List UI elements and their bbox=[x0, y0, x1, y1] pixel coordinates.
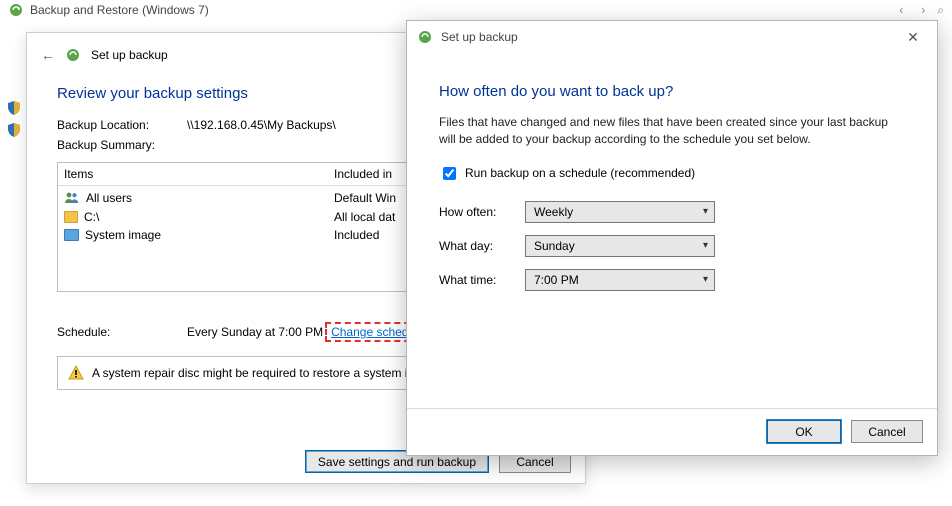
run-on-schedule-checkbox[interactable] bbox=[443, 167, 456, 180]
search-icon[interactable]: ⌕ bbox=[937, 3, 944, 18]
explorer-title: Backup and Restore (Windows 7) bbox=[30, 3, 209, 17]
schedule-value: Every Sunday at 7:00 PM bbox=[187, 325, 323, 339]
dialog-title: Set up backup bbox=[441, 30, 518, 44]
shield-icon bbox=[6, 122, 22, 138]
backup-orb-icon bbox=[65, 47, 81, 63]
ok-button[interactable]: OK bbox=[767, 420, 841, 443]
shield-icon bbox=[6, 100, 22, 116]
backup-summary-label: Backup Summary: bbox=[57, 138, 187, 152]
how-often-value: Weekly bbox=[534, 205, 573, 219]
monitor-icon bbox=[64, 229, 79, 241]
users-icon bbox=[64, 190, 80, 206]
back-arrow-icon[interactable]: ← bbox=[41, 47, 55, 63]
col-included: Included in bbox=[334, 167, 392, 181]
item-label: C:\ bbox=[84, 210, 99, 224]
close-icon: ✕ bbox=[907, 29, 919, 46]
backup-orb-icon bbox=[417, 29, 433, 45]
schedule-dialog: Set up backup ✕ How often do you want to… bbox=[406, 20, 938, 456]
backup-location-value: \\192.168.0.45\My Backups\ bbox=[187, 118, 336, 132]
chevron-down-icon: ▾ bbox=[703, 240, 708, 251]
backup-orb-icon bbox=[8, 2, 24, 18]
how-often-label: How often: bbox=[439, 205, 525, 219]
what-day-select[interactable]: Sunday ▾ bbox=[525, 235, 715, 257]
dialog-heading: How often do you want to back up? bbox=[439, 83, 905, 100]
chevron-down-icon: ▾ bbox=[703, 206, 708, 217]
col-items: Items bbox=[64, 167, 334, 181]
what-time-value: 7:00 PM bbox=[534, 273, 579, 287]
explorer-titlebar: Backup and Restore (Windows 7) ‹ › ⌕ bbox=[0, 0, 952, 20]
chevron-left-icon[interactable]: ‹ bbox=[893, 3, 909, 17]
schedule-label: Schedule: bbox=[57, 325, 187, 339]
what-day-value: Sunday bbox=[534, 239, 575, 253]
item-label: System image bbox=[85, 228, 161, 242]
how-often-select[interactable]: Weekly ▾ bbox=[525, 201, 715, 223]
security-shield-stack bbox=[6, 100, 22, 138]
warning-text: A system repair disc might be required t… bbox=[92, 366, 441, 380]
wizard-title: Set up backup bbox=[91, 48, 168, 62]
close-button[interactable]: ✕ bbox=[893, 27, 933, 47]
item-value: Included bbox=[334, 228, 379, 242]
what-time-label: What time: bbox=[439, 273, 525, 287]
chevron-down-icon: ▾ bbox=[703, 274, 708, 285]
dialog-paragraph: Files that have changed and new files th… bbox=[439, 114, 905, 148]
run-on-schedule-label: Run backup on a schedule (recommended) bbox=[465, 166, 695, 180]
backup-location-label: Backup Location: bbox=[57, 118, 187, 132]
what-day-label: What day: bbox=[439, 239, 525, 253]
warning-icon bbox=[68, 365, 84, 381]
folder-icon bbox=[64, 211, 78, 223]
what-time-select[interactable]: 7:00 PM ▾ bbox=[525, 269, 715, 291]
chevron-right-icon[interactable]: › bbox=[915, 3, 931, 17]
item-label: All users bbox=[86, 191, 132, 205]
item-value: Default Win bbox=[334, 191, 396, 205]
item-value: All local dat bbox=[334, 210, 395, 224]
cancel-button[interactable]: Cancel bbox=[851, 420, 923, 443]
